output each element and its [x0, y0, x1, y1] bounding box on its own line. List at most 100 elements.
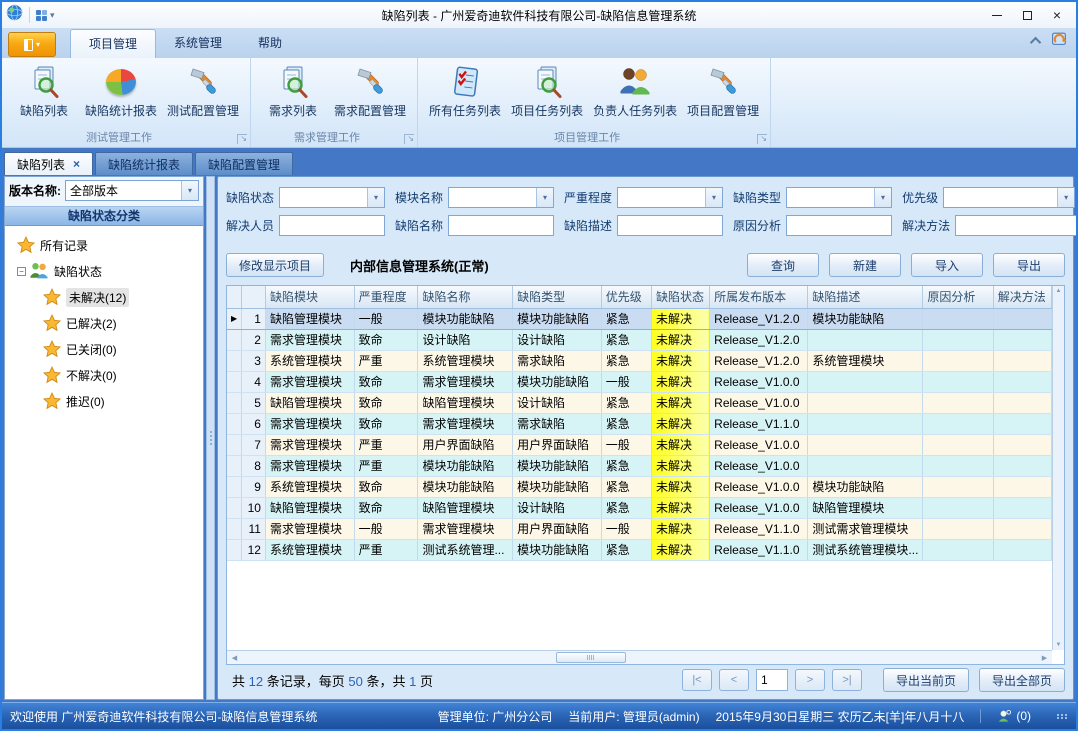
table-row[interactable]: 9系统管理模块致命模块功能缺陷模块功能缺陷紧急未解决Release_V1.0.0… [227, 476, 1052, 497]
filter-value-input[interactable] [618, 188, 705, 207]
close-button[interactable]: × [1042, 4, 1072, 26]
table-row[interactable]: 2需求管理模块致命设计缺陷设计缺陷紧急未解决Release_V1.2.0 [227, 329, 1052, 350]
tree-item-4[interactable]: 已关闭(0) [7, 336, 201, 362]
filter-value-input[interactable] [449, 188, 536, 207]
table-row[interactable]: 5缺陷管理模块致命缺陷管理模块设计缺陷紧急未解决Release_V1.0.0 [227, 392, 1052, 413]
create-button[interactable]: 新建 [829, 253, 901, 277]
filter-input-缺陷描述[interactable] [617, 215, 723, 236]
ribbon-button[interactable]: 缺陷列表 [8, 62, 80, 121]
tree-expander-icon[interactable]: − [17, 267, 26, 276]
column-header[interactable]: 缺陷状态 [651, 286, 709, 308]
dialog-launcher-icon[interactable]: ↘ [757, 134, 767, 144]
table-row[interactable]: 8需求管理模块严重模块功能缺陷模块功能缺陷紧急未解决Release_V1.0.0 [227, 455, 1052, 476]
search-button[interactable]: 查询 [747, 253, 819, 277]
dialog-launcher-icon[interactable]: ↘ [237, 134, 247, 144]
table-row[interactable]: 11需求管理模块一般需求管理模块用户界面缺陷一般未解决Release_V1.1.… [227, 518, 1052, 539]
tree-item-0[interactable]: 所有记录 [7, 232, 201, 258]
import-button[interactable]: 导入 [911, 253, 983, 277]
chevron-down-icon[interactable]: ▾ [874, 188, 891, 207]
filter-input-解决人员[interactable] [279, 215, 385, 236]
chevron-down-icon[interactable]: ▾ [181, 181, 198, 200]
scroll-right-icon[interactable]: ▶ [1037, 651, 1052, 664]
filter-value-input[interactable] [449, 216, 553, 235]
tree-item-2[interactable]: 未解决(12) [7, 284, 201, 310]
quick-access-toolbar-button[interactable]: ▾ [36, 10, 55, 21]
tree-item-3[interactable]: 已解决(2) [7, 310, 201, 336]
column-header[interactable]: 原因分析 [923, 286, 993, 308]
ribbon-button[interactable]: 负责人任务列表 [588, 62, 682, 121]
ribbon-button[interactable]: 需求列表 [257, 62, 329, 121]
scroll-up-icon[interactable]: ▲ [1056, 288, 1062, 294]
filter-combo-模块名称[interactable]: ▾ [448, 187, 554, 208]
next-page-button[interactable]: > [795, 669, 825, 691]
export-all-pages-button[interactable]: 导出全部页 [979, 668, 1065, 692]
page-number-input[interactable] [756, 669, 788, 691]
tree-item-5[interactable]: 不解决(0) [7, 362, 201, 388]
filter-input-原因分析[interactable] [786, 215, 892, 236]
filter-combo-缺陷状态[interactable]: ▾ [279, 187, 385, 208]
last-page-button[interactable]: >| [832, 669, 862, 691]
doc-tab-2[interactable]: 缺陷配置管理 [195, 152, 293, 175]
table-row[interactable]: 6需求管理模块致命需求管理模块需求缺陷紧急未解决Release_V1.1.0 [227, 413, 1052, 434]
ribbon-help-icon[interactable] [1051, 30, 1068, 52]
ribbon-button[interactable]: 项目任务列表 [506, 62, 588, 121]
table-row[interactable]: 3系统管理模块严重系统管理模块需求缺陷紧急未解决Release_V1.2.0系统… [227, 350, 1052, 371]
chevron-down-icon[interactable]: ▾ [1057, 188, 1074, 207]
filter-value-input[interactable] [956, 216, 1078, 235]
column-header[interactable]: 所属发布版本 [710, 286, 808, 308]
dialog-launcher-icon[interactable]: ↘ [404, 134, 414, 144]
horizontal-scrollbar[interactable]: ◀ ▶ [227, 650, 1052, 664]
table-row[interactable]: 7需求管理模块严重用户界面缺陷用户界面缺陷一般未解决Release_V1.0.0 [227, 434, 1052, 455]
filter-value-input[interactable] [944, 188, 1057, 207]
prev-page-button[interactable]: < [719, 669, 749, 691]
filter-input-缺陷名称[interactable] [448, 215, 554, 236]
doc-tab-1[interactable]: 缺陷统计报表 [95, 152, 193, 175]
export-button[interactable]: 导出 [993, 253, 1065, 277]
ribbon-button[interactable]: 项目配置管理 [682, 62, 764, 121]
scrollbar-thumb[interactable] [556, 652, 626, 663]
chevron-down-icon[interactable]: ▾ [367, 188, 384, 207]
filter-input-解决方法[interactable] [955, 215, 1078, 236]
tree-item-6[interactable]: 推迟(0) [7, 388, 201, 414]
chevron-down-icon[interactable]: ▾ [705, 188, 722, 207]
column-header[interactable]: 缺陷描述 [808, 286, 923, 308]
ribbon-collapse-icon[interactable] [1030, 37, 1041, 48]
modify-columns-button[interactable]: 修改显示项目 [226, 253, 324, 277]
filter-combo-严重程度[interactable]: ▾ [617, 187, 723, 208]
scroll-down-icon[interactable]: ▼ [1056, 642, 1062, 648]
export-current-page-button[interactable]: 导出当前页 [883, 668, 969, 692]
panel-splitter[interactable] [206, 176, 215, 700]
filter-combo-缺陷类型[interactable]: ▾ [786, 187, 892, 208]
column-header[interactable]: 缺陷名称 [418, 286, 513, 308]
column-header[interactable]: 缺陷类型 [513, 286, 602, 308]
vertical-scrollbar[interactable]: ▲ ▼ [1052, 286, 1064, 650]
version-select[interactable]: 全部版本 ▾ [65, 180, 199, 201]
first-page-button[interactable]: |< [682, 669, 712, 691]
filter-value-input[interactable] [280, 188, 367, 207]
filter-value-input[interactable] [280, 216, 384, 235]
ribbon-tab-1[interactable]: 系统管理 [156, 29, 240, 58]
ribbon-button[interactable]: 测试配置管理 [162, 62, 244, 121]
doc-tab-0[interactable]: 缺陷列表× [4, 152, 93, 175]
chevron-down-icon[interactable]: ▾ [536, 188, 553, 207]
table-row[interactable]: 10缺陷管理模块致命缺陷管理模块设计缺陷紧急未解决Release_V1.0.0缺… [227, 497, 1052, 518]
scroll-left-icon[interactable]: ◀ [227, 651, 242, 664]
message-indicator[interactable]: (0) [997, 709, 1031, 724]
column-header[interactable]: 严重程度 [354, 286, 418, 308]
ribbon-button[interactable]: 所有任务列表 [424, 62, 506, 121]
filter-combo-优先级[interactable]: ▾ [943, 187, 1075, 208]
minimize-button[interactable] [982, 4, 1012, 26]
table-row[interactable]: ▶1缺陷管理模块一般模块功能缺陷模块功能缺陷紧急未解决Release_V1.2.… [227, 308, 1052, 329]
table-row[interactable]: 12系统管理模块严重测试系统管理...模块功能缺陷紧急未解决Release_V1… [227, 539, 1052, 560]
filter-value-input[interactable] [787, 188, 874, 207]
table-row[interactable]: 4需求管理模块致命需求管理模块模块功能缺陷一般未解决Release_V1.0.0 [227, 371, 1052, 392]
column-header[interactable]: 缺陷模块 [265, 286, 354, 308]
close-tab-icon[interactable]: × [73, 157, 80, 171]
ribbon-button[interactable]: 缺陷统计报表 [80, 62, 162, 121]
maximize-button[interactable] [1012, 4, 1042, 26]
filter-value-input[interactable] [618, 216, 722, 235]
column-header[interactable]: 优先级 [601, 286, 651, 308]
column-header[interactable]: 解决方法 [993, 286, 1051, 308]
tree-item-1[interactable]: −缺陷状态 [7, 258, 201, 284]
ribbon-tab-2[interactable]: 帮助 [240, 29, 300, 58]
